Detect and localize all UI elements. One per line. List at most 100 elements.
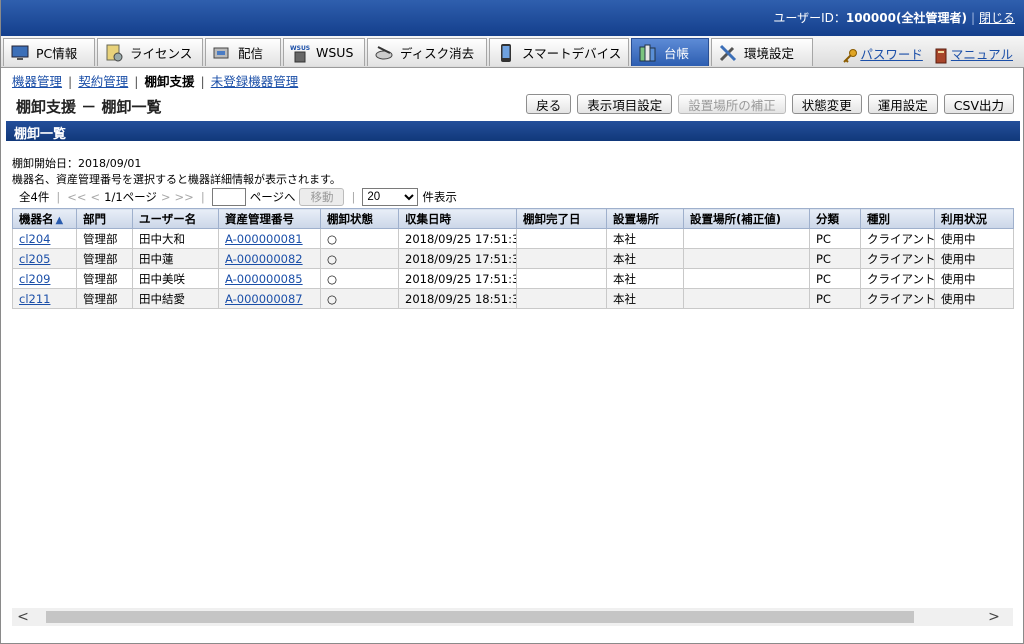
tab-distribution[interactable]: 配信 bbox=[205, 38, 281, 66]
table-row: cl209 管理部 田中美咲 A-000000085 ○ 2018/09/25 … bbox=[12, 268, 1014, 289]
device-name-link[interactable]: cl204 bbox=[19, 232, 50, 246]
back-button[interactable]: 戻る bbox=[526, 94, 572, 114]
cell-collected: 2018/09/25 17:51:38 bbox=[398, 268, 517, 289]
tab-disk-erase[interactable]: ディスク消去 bbox=[367, 38, 487, 66]
first-page-button[interactable]: << bbox=[67, 190, 86, 204]
column-header-collected-at[interactable]: 収集日時 bbox=[398, 208, 517, 229]
column-header-device-name[interactable]: 機器名 ▲ bbox=[12, 208, 77, 229]
separator: | bbox=[134, 74, 139, 89]
cell-user: 田中結愛 bbox=[132, 288, 219, 309]
scroll-right-button[interactable]: > bbox=[983, 608, 1005, 626]
device-name-link[interactable]: cl211 bbox=[19, 292, 50, 306]
cell-collected: 2018/09/25 17:51:38 bbox=[398, 248, 517, 269]
tab-wsus[interactable]: WSUS WSUS bbox=[283, 38, 365, 66]
cell-department: 管理部 bbox=[76, 288, 133, 309]
cell-done bbox=[516, 288, 607, 309]
subnav-contract[interactable]: 契約管理 bbox=[78, 74, 128, 89]
cell-done bbox=[516, 268, 607, 289]
per-page-select[interactable]: 20 bbox=[362, 188, 419, 206]
display-items-button[interactable]: 表示項目設定 bbox=[577, 94, 673, 114]
device-name-link[interactable]: cl205 bbox=[19, 252, 50, 266]
separator: | bbox=[200, 74, 205, 89]
cell-kind: クライアント bbox=[860, 228, 935, 249]
table-row: cl211 管理部 田中結愛 A-000000087 ○ 2018/09/25 … bbox=[12, 288, 1014, 309]
column-header-completed-at[interactable]: 棚卸完了日 bbox=[516, 208, 607, 229]
wsus-icon: WSUS bbox=[290, 43, 310, 63]
table-header-row: 機器名 ▲ 部門 ユーザー名 資産管理番号 棚卸状態 収集日時 棚卸完了日 設置場… bbox=[12, 208, 1014, 229]
user-id-value: 100000(全社管理者) bbox=[845, 11, 967, 25]
manual-book-icon bbox=[933, 48, 949, 64]
user-info: ユーザーID：100000(全社管理者) | 閉じる bbox=[773, 9, 1015, 26]
smart-device-icon bbox=[496, 43, 516, 63]
column-header-user[interactable]: ユーザー名 bbox=[132, 208, 219, 229]
tab-ledger[interactable]: 台帳 bbox=[631, 38, 709, 66]
ledger-icon bbox=[638, 43, 658, 63]
last-page-button[interactable]: >> bbox=[175, 190, 194, 204]
separator: | bbox=[68, 74, 73, 89]
tab-label: 台帳 bbox=[664, 46, 690, 61]
key-icon bbox=[842, 48, 858, 64]
column-header-location-fixed[interactable]: 設置場所(補正値) bbox=[683, 208, 810, 229]
scroll-left-button[interactable]: < bbox=[12, 608, 34, 626]
cell-category: PC bbox=[809, 228, 861, 249]
cell-department: 管理部 bbox=[76, 248, 133, 269]
action-toolbar: 戻る 表示項目設定 設置場所の補正 状態変更 運用設定 CSV出力 bbox=[526, 94, 1014, 114]
tab-settings[interactable]: 環境設定 bbox=[711, 38, 813, 66]
user-id-label: ユーザーID： bbox=[773, 11, 846, 25]
asset-number-link[interactable]: A-000000082 bbox=[225, 252, 303, 266]
next-page-button[interactable]: > bbox=[161, 190, 171, 204]
cell-location-fixed bbox=[683, 248, 810, 269]
close-link[interactable]: 閉じる bbox=[979, 11, 1015, 25]
asset-number-link[interactable]: A-000000085 bbox=[225, 272, 303, 286]
column-header-usage[interactable]: 利用状況 bbox=[934, 208, 1014, 229]
goto-page-label: ページへ bbox=[249, 190, 296, 204]
inventory-start-date: 棚卸開始日：2018/09/01 bbox=[12, 157, 142, 170]
column-header-inventory-state[interactable]: 棚卸状態 bbox=[320, 208, 399, 229]
device-name-link[interactable]: cl209 bbox=[19, 272, 50, 286]
scrollbar-thumb[interactable] bbox=[46, 611, 914, 623]
subnav-equipment[interactable]: 機器管理 bbox=[12, 74, 62, 89]
table-row: cl204 管理部 田中大和 A-000000081 ○ 2018/09/25 … bbox=[12, 228, 1014, 249]
column-header-department[interactable]: 部門 bbox=[76, 208, 133, 229]
tab-license[interactable]: ライセンス bbox=[97, 38, 203, 66]
cell-location: 本社 bbox=[606, 248, 684, 269]
operation-settings-button[interactable]: 運用設定 bbox=[867, 94, 938, 114]
location-fix-button[interactable]: 設置場所の補正 bbox=[678, 94, 786, 114]
cell-location-fixed bbox=[683, 228, 810, 249]
subnav-unregistered[interactable]: 未登録機器管理 bbox=[211, 74, 299, 89]
distribution-icon bbox=[212, 43, 232, 63]
column-header-category[interactable]: 分類 bbox=[809, 208, 861, 229]
status-change-button[interactable]: 状態変更 bbox=[791, 94, 862, 114]
tab-smart-device[interactable]: スマートデバイス bbox=[489, 38, 629, 66]
password-link[interactable]: パスワード bbox=[860, 47, 923, 62]
asset-number-link[interactable]: A-000000081 bbox=[225, 232, 303, 246]
move-button[interactable]: 移動 bbox=[299, 188, 345, 206]
cell-category: PC bbox=[809, 288, 861, 309]
page-info: 1/1ページ bbox=[104, 190, 157, 204]
csv-export-button[interactable]: CSV出力 bbox=[943, 94, 1014, 114]
svg-text:WSUS: WSUS bbox=[290, 45, 310, 52]
asset-number-link[interactable]: A-000000087 bbox=[225, 292, 303, 306]
tab-pc-info[interactable]: PC情報 bbox=[3, 38, 95, 66]
cell-usage: 使用中 bbox=[934, 288, 1014, 309]
prev-page-button[interactable]: < bbox=[90, 190, 100, 204]
tab-label: 配信 bbox=[238, 46, 264, 61]
cell-collected: 2018/09/25 17:51:38 bbox=[398, 228, 517, 249]
column-header-location[interactable]: 設置場所 bbox=[606, 208, 684, 229]
cell-location-fixed bbox=[683, 268, 810, 289]
per-page-label: 件表示 bbox=[422, 190, 457, 204]
cell-done bbox=[516, 228, 607, 249]
cell-collected: 2018/09/25 18:51:38 bbox=[398, 288, 517, 309]
cell-location: 本社 bbox=[606, 228, 684, 249]
column-header-kind[interactable]: 種別 bbox=[860, 208, 935, 229]
cell-usage: 使用中 bbox=[934, 248, 1014, 269]
horizontal-scrollbar[interactable]: < > bbox=[12, 608, 1013, 626]
table-row: cl205 管理部 田中蓮 A-000000082 ○ 2018/09/25 1… bbox=[12, 248, 1014, 269]
cell-department: 管理部 bbox=[76, 268, 133, 289]
total-count: 全4件 bbox=[19, 190, 50, 204]
page-number-input[interactable] bbox=[211, 188, 246, 206]
manual-link[interactable]: マニュアル bbox=[951, 47, 1013, 62]
section-header: 棚卸一覧 bbox=[6, 121, 1020, 142]
column-header-asset-no[interactable]: 資産管理番号 bbox=[218, 208, 321, 229]
top-header: ユーザーID：100000(全社管理者) | 閉じる bbox=[1, 0, 1024, 36]
